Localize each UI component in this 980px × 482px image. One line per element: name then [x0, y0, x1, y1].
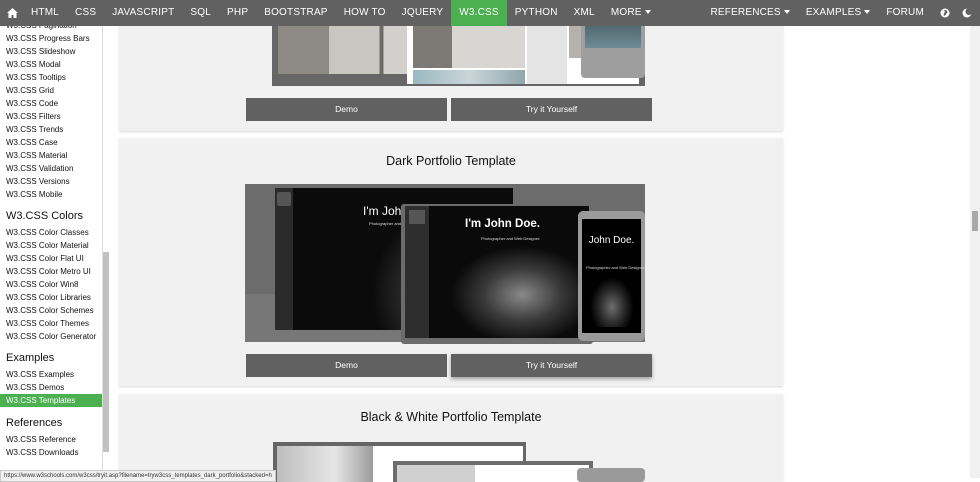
- dark-mode-button[interactable]: [958, 8, 980, 18]
- try-it-yourself-button[interactable]: Try it Yourself: [451, 354, 652, 377]
- sidebar-link[interactable]: W3.CSS Grid: [0, 84, 102, 97]
- preview-tablet: I'm John Doe. Photographer and Web Desig…: [401, 204, 593, 344]
- sidebar-link-active[interactable]: W3.CSS Templates: [0, 394, 102, 407]
- sidebar-link[interactable]: W3.CSS Color Win8: [0, 278, 102, 291]
- page-scrollbar-track[interactable]: [970, 26, 980, 478]
- sidebar-link[interactable]: W3.CSS Case: [0, 136, 102, 149]
- nav-more-label: MORE: [610, 7, 642, 18]
- hero-text: I'm John Doe.: [465, 218, 540, 230]
- sidebar-scrollbar[interactable]: [103, 252, 109, 452]
- sidebar-link[interactable]: W3.CSS Color Metro UI: [0, 265, 102, 278]
- nav-w3css[interactable]: W3.CSS: [451, 0, 507, 26]
- demo-button[interactable]: Demo: [246, 354, 447, 377]
- sidebar-link[interactable]: W3.CSS Color Libraries: [0, 291, 102, 304]
- card-title: Dark Portfolio Template: [386, 154, 516, 168]
- sidebar-link[interactable]: W3.CSS Tooltips: [0, 71, 102, 84]
- preview-phone: [577, 468, 645, 482]
- nav-examples[interactable]: EXAMPLES: [798, 0, 879, 26]
- sidebar-link[interactable]: W3.CSS Modal: [0, 58, 102, 71]
- sidebar-link[interactable]: W3.CSS Reference: [0, 433, 102, 446]
- sidebar-link[interactable]: W3.CSS Color Schemes: [0, 304, 102, 317]
- moon-icon: [962, 8, 972, 18]
- nav-how-to[interactable]: HOW TO: [336, 0, 394, 26]
- status-bar-url: https://www.w3schools.com/w3css/tryit.as…: [0, 470, 276, 482]
- sidebar-link[interactable]: W3.CSS Color Classes: [0, 226, 102, 239]
- sidebar-link[interactable]: W3.CSS Color Generator: [0, 330, 102, 343]
- sidebar: W3.CSS Pagination W3.CSS Progress Bars W…: [0, 17, 103, 477]
- sidebar-link[interactable]: W3.CSS Demos: [0, 381, 102, 394]
- nav-xml[interactable]: XML: [566, 0, 603, 26]
- phone-hero-text: John Doe.: [588, 235, 635, 246]
- preview-tablet: [393, 461, 593, 482]
- sidebar-link[interactable]: W3.CSS Slideshow: [0, 45, 102, 58]
- sidebar-heading-colors: W3.CSS Colors: [6, 210, 84, 222]
- nav-sql[interactable]: SQL: [182, 0, 219, 26]
- nav-css[interactable]: CSS: [67, 0, 104, 26]
- home-icon: [6, 8, 18, 18]
- nav-php[interactable]: PHP: [219, 0, 256, 26]
- nav-forum[interactable]: FORUM: [878, 0, 932, 26]
- nav-more[interactable]: MORE: [603, 0, 659, 26]
- sidebar-link[interactable]: W3.CSS Filters: [0, 110, 102, 123]
- preview-phone: John Doe. Photographer and Web Designer.: [578, 211, 645, 341]
- sidebar-link[interactable]: W3.CSS Material: [0, 149, 102, 162]
- sidebar-link[interactable]: W3.CSS Color Themes: [0, 317, 102, 330]
- template-card-bw-portfolio: Black & White Portfolio Template: [119, 394, 783, 482]
- caret-down-icon: [864, 10, 871, 15]
- sidebar-link[interactable]: W3.CSS Code: [0, 97, 102, 110]
- demo-button[interactable]: Demo: [246, 98, 447, 121]
- nav-javascript[interactable]: JAVASCRIPT: [104, 0, 182, 26]
- nav-examples-label: EXAMPLES: [805, 7, 862, 18]
- sidebar-link[interactable]: W3.CSS Color Flat UI: [0, 252, 102, 265]
- phone-subtitle: Photographer and Web Designer.: [586, 265, 646, 270]
- sidebar-link[interactable]: W3.CSS Trends: [0, 123, 102, 136]
- sidebar-link[interactable]: W3.CSS Downloads: [0, 446, 102, 459]
- sidebar-link[interactable]: W3.CSS Versions: [0, 175, 102, 188]
- page-scrollbar-thumb[interactable]: [972, 211, 978, 231]
- sidebar-link[interactable]: W3.CSS Examples: [0, 368, 102, 381]
- top-navigation: HTML CSS JAVASCRIPT SQL PHP BOOTSTRAP HO…: [0, 0, 980, 26]
- caret-down-icon: [644, 10, 651, 15]
- sidebar-link[interactable]: W3.CSS Validation: [0, 162, 102, 175]
- nav-html[interactable]: HTML: [23, 0, 67, 26]
- nav-references[interactable]: REFERENCES: [702, 0, 797, 26]
- sidebar-heading-examples: Examples: [6, 352, 55, 364]
- sidebar-link[interactable]: W3.CSS Progress Bars: [0, 32, 102, 45]
- home-button[interactable]: [1, 0, 23, 26]
- nav-bootstrap[interactable]: BOOTSTRAP: [256, 0, 335, 26]
- nav-python[interactable]: PYTHON: [507, 0, 566, 26]
- tablet-screen: I'm John Doe. Photographer and Web Desig…: [405, 206, 589, 338]
- caret-down-icon: [783, 10, 790, 15]
- sidebar-link[interactable]: W3.CSS Color Material: [0, 239, 102, 252]
- card-title: Black & White Portfolio Template: [360, 410, 542, 424]
- sidebar-heading-references: References: [6, 417, 63, 429]
- nav-jquery[interactable]: JQUERY: [394, 0, 452, 26]
- translate-button[interactable]: [932, 8, 958, 18]
- hero-subtitle: Photographer and Web Designer.: [481, 236, 541, 241]
- globe-icon: [940, 8, 950, 18]
- nav-references-label: REFERENCES: [710, 7, 781, 18]
- template-card-dark-portfolio: Dark Portfolio Template I'm John Doe. Ph…: [119, 138, 783, 386]
- sidebar-link[interactable]: W3.CSS Mobile: [0, 188, 102, 201]
- try-it-yourself-button[interactable]: Try it Yourself: [451, 98, 652, 121]
